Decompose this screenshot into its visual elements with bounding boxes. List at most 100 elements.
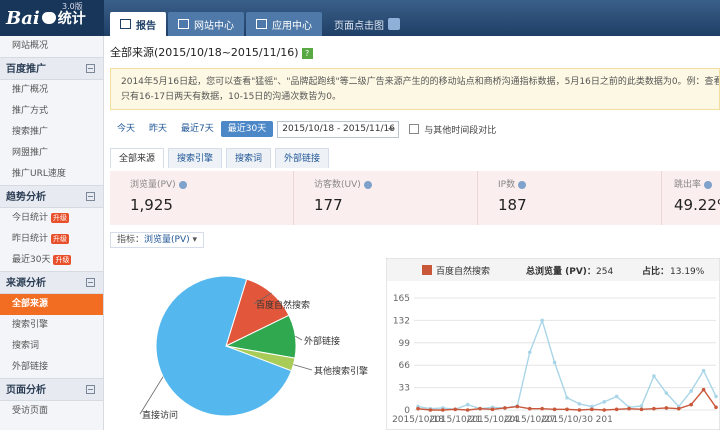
tab-site-center[interactable]: 网站中心 xyxy=(168,12,244,36)
stat-bounce: 跳出率 49.22% xyxy=(662,171,720,225)
data-point[interactable] xyxy=(552,360,557,365)
data-point[interactable] xyxy=(689,389,693,393)
data-point[interactable] xyxy=(714,405,718,410)
notice-line-1: 2014年5月16日起，您可以查看"猛徭"、"品牌起跑线"等二级广告来源产生的的… xyxy=(121,77,720,87)
stats-summary: 浏览量(PV) 1,925 访客数(UV) 177 IP数 187 跳出率 49… xyxy=(110,171,720,225)
data-point[interactable] xyxy=(639,407,644,412)
data-point[interactable] xyxy=(614,394,619,399)
data-point[interactable] xyxy=(689,402,693,407)
collapse-icon[interactable] xyxy=(86,64,95,73)
data-point[interactable] xyxy=(652,374,656,378)
collapse-icon[interactable] xyxy=(86,385,95,394)
data-point[interactable] xyxy=(565,407,569,412)
date-yesterday-button[interactable]: 昨天 xyxy=(142,121,174,137)
data-point[interactable] xyxy=(428,408,433,412)
data-point[interactable] xyxy=(416,406,420,411)
date-today-button[interactable]: 今天 xyxy=(110,121,142,137)
sidebar-item[interactable]: 网站概况 xyxy=(0,36,103,57)
data-point[interactable] xyxy=(441,408,445,412)
stat-pv: 浏览量(PV) 1,925 xyxy=(110,171,294,225)
tab-report[interactable]: 报告 xyxy=(110,12,166,36)
data-point[interactable] xyxy=(540,318,544,323)
sidebar-item[interactable]: 推广URL速度 xyxy=(0,164,103,185)
collapse-icon[interactable] xyxy=(86,192,95,201)
help-icon[interactable]: ? xyxy=(301,47,313,59)
info-icon[interactable] xyxy=(178,180,187,189)
date-range-select[interactable]: 2015/10/18 - 2015/11/16 xyxy=(277,120,400,138)
data-point[interactable] xyxy=(453,407,458,412)
paw-icon xyxy=(41,12,56,24)
y-tick-label: 33 xyxy=(399,384,410,394)
sidebar-label: 外部链接 xyxy=(12,362,49,372)
sidebar-item[interactable]: 推广概况 xyxy=(0,80,103,101)
data-point[interactable] xyxy=(590,407,594,412)
data-point[interactable] xyxy=(478,406,482,411)
x-tick-label: 201 xyxy=(596,415,613,425)
metric-select[interactable]: 指标：浏览量(PV) ▾ xyxy=(110,232,205,248)
sidebar-item[interactable]: 外部链接 xyxy=(0,357,103,378)
data-point[interactable] xyxy=(577,402,582,406)
data-point[interactable] xyxy=(527,350,532,355)
collapse-icon[interactable] xyxy=(86,278,95,287)
info-icon[interactable] xyxy=(704,180,713,189)
data-point[interactable] xyxy=(701,368,706,373)
data-point[interactable] xyxy=(614,407,619,412)
data-point[interactable] xyxy=(465,402,470,407)
data-point[interactable] xyxy=(602,400,607,404)
sidebar-section[interactable]: 百度推广 xyxy=(0,57,103,80)
compare-label: 与其他时间段对比 xyxy=(424,125,497,136)
subtab-all-sources[interactable]: 全部来源 xyxy=(110,148,165,168)
data-point[interactable] xyxy=(664,391,669,395)
sidebar-item[interactable]: 搜索推广 xyxy=(0,122,103,143)
data-point[interactable] xyxy=(515,404,520,409)
date-last30-button[interactable]: 最近30天 xyxy=(220,121,274,137)
data-point[interactable] xyxy=(540,406,544,411)
data-point[interactable] xyxy=(676,406,681,411)
tab-heatmap[interactable]: 页面点击图 xyxy=(324,12,410,36)
data-point[interactable] xyxy=(701,387,706,392)
data-point[interactable] xyxy=(602,408,607,412)
sidebar-section[interactable]: 页面分析 xyxy=(0,378,103,401)
sidebar-section[interactable]: 趋势分析 xyxy=(0,185,103,208)
subtab-external-links[interactable]: 外部链接 xyxy=(275,148,330,168)
sidebar-item[interactable]: 搜索词 xyxy=(0,336,103,357)
data-point[interactable] xyxy=(490,407,495,412)
sidebar-item[interactable]: 受访页面 xyxy=(0,401,103,422)
sidebar-item[interactable]: 搜索引擎 xyxy=(0,315,103,336)
subtab-search-terms[interactable]: 搜索词 xyxy=(226,148,272,168)
data-point[interactable] xyxy=(627,406,631,411)
date-last7-button[interactable]: 最近7天 xyxy=(174,121,221,137)
data-point[interactable] xyxy=(503,406,507,410)
data-point[interactable] xyxy=(639,404,644,408)
data-point[interactable] xyxy=(577,408,582,412)
main-tabs: 报告 网站中心 应用中心 页面点击图 xyxy=(110,12,412,36)
pie-slice-label: 外部链接 xyxy=(304,335,340,347)
sidebar-label: 趋势分析 xyxy=(6,192,46,203)
sidebar-label: 推广URL速度 xyxy=(12,169,66,179)
sidebar-label: 页面分析 xyxy=(6,385,46,396)
compare-checkbox[interactable] xyxy=(409,124,420,134)
tab-app-center[interactable]: 应用中心 xyxy=(246,12,322,36)
sidebar-item[interactable]: 最近30天 升级 xyxy=(0,250,103,271)
data-point[interactable] xyxy=(565,395,569,400)
sidebar-item[interactable]: 今日统计 升级 xyxy=(0,208,103,229)
subtab-search-engine[interactable]: 搜索引擎 xyxy=(168,148,223,168)
info-icon[interactable] xyxy=(518,180,527,189)
data-point[interactable] xyxy=(465,408,470,412)
report-icon xyxy=(120,19,131,29)
data-point[interactable] xyxy=(652,406,656,411)
sidebar-label: 百度推广 xyxy=(6,64,46,75)
baidu-tongji-logo[interactable]: Bai 统计 3.0版 xyxy=(0,0,104,36)
data-point[interactable] xyxy=(664,406,669,410)
data-point[interactable] xyxy=(527,406,532,411)
stat-label: 访客数(UV) xyxy=(314,180,361,190)
data-point[interactable] xyxy=(552,407,557,412)
info-icon[interactable] xyxy=(363,180,372,189)
sidebar-item[interactable]: 全部来源 xyxy=(0,294,103,315)
sidebar-item[interactable]: 网盟推广 xyxy=(0,143,103,164)
legend-label: 百度自然搜索 xyxy=(436,265,490,277)
sidebar-item[interactable]: 昨日统计 升级 xyxy=(0,229,103,250)
sidebar-item[interactable]: 推广方式 xyxy=(0,101,103,122)
sidebar-section[interactable]: 来源分析 xyxy=(0,271,103,294)
data-point[interactable] xyxy=(714,394,718,399)
